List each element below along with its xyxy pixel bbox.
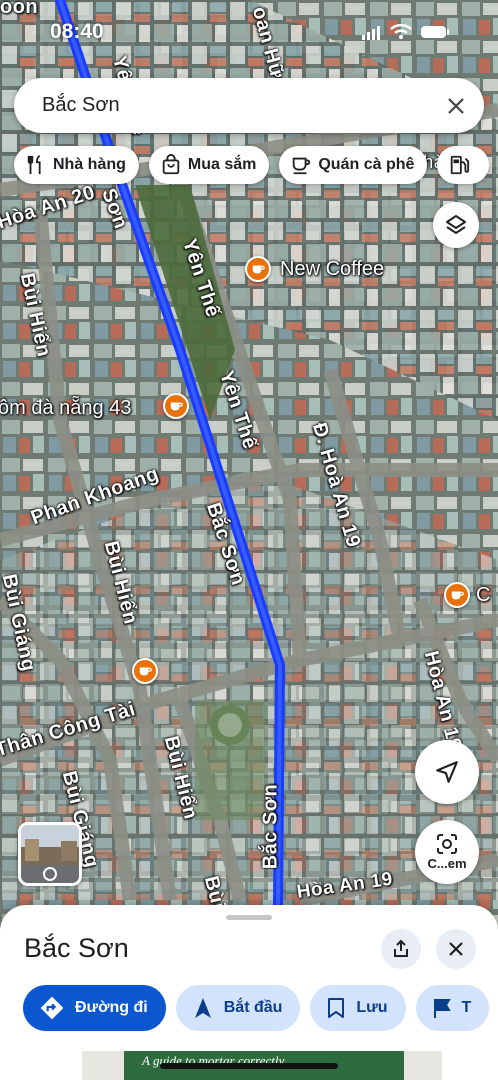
place-actions: Đường đi Bắt đầu Lưu T (23, 985, 490, 1031)
chip-gas[interactable] (437, 146, 490, 184)
poi-new-coffee-label[interactable]: New Coffee (280, 258, 384, 281)
street-view-thumbnail[interactable] (18, 822, 82, 886)
coffee-cup-icon (170, 402, 183, 411)
gas-station-icon (451, 155, 470, 175)
street-view-preview-image (21, 825, 79, 883)
battery-icon (421, 26, 449, 38)
my-location-button[interactable] (415, 740, 479, 804)
share-button[interactable] (381, 929, 421, 969)
coffee-cup-icon (252, 265, 265, 274)
coffee-cup-icon (451, 591, 464, 600)
chip-restaurants[interactable]: Nhà hàng (14, 146, 139, 184)
category-chips: Nhà hàng Mua sắm Quán cà phê (14, 146, 490, 184)
layers-icon (446, 215, 466, 234)
directions-button[interactable]: Đường đi (23, 985, 166, 1031)
close-icon (449, 942, 463, 956)
wifi-icon (390, 24, 412, 39)
flag-icon (433, 999, 451, 1018)
share-icon (394, 939, 408, 957)
coffee-cup-icon (293, 157, 311, 175)
poi-om-da-nang-pin[interactable] (163, 393, 189, 419)
poi-c-label[interactable]: C (476, 584, 490, 607)
start-button[interactable]: Bắt đầu (175, 985, 301, 1031)
shopping-bag-icon (162, 154, 180, 175)
lens-camera-button[interactable]: C...em (415, 820, 479, 884)
clear-search-button[interactable] (442, 92, 470, 120)
lens-icon (437, 834, 457, 854)
home-indicator[interactable] (160, 1063, 338, 1069)
search-input[interactable]: Bắc Sơn (42, 94, 442, 117)
action-label: T (461, 999, 472, 1016)
chip-shopping[interactable]: Mua sắm (148, 146, 270, 184)
poi-c-pin[interactable] (444, 582, 470, 608)
fork-knife-icon (27, 155, 41, 175)
close-sheet-button[interactable] (436, 929, 476, 969)
road-label-bac-son: Bắc Sơn (259, 783, 282, 870)
flag-button[interactable]: T (415, 985, 490, 1031)
poi-cafe-pin[interactable] (132, 658, 158, 684)
signal-icon (362, 26, 380, 40)
action-label: Đường đi (75, 999, 148, 1016)
chip-label: Nhà hàng (53, 156, 126, 173)
poi-om-da-nang-label[interactable]: ôm đà nẵng 43 (0, 397, 131, 420)
chip-label: Quán cà phê (318, 156, 415, 173)
search-bar[interactable]: Bắc Sơn (14, 78, 484, 133)
camera-button-label: C...em (427, 856, 467, 871)
action-label: Bắt đầu (223, 999, 283, 1016)
map-layers-button[interactable] (433, 202, 479, 248)
place-bottom-sheet[interactable]: Bắc Sơn Đường đi Bắt đầu Lưu T A guide t… (0, 905, 498, 1080)
directions-icon (40, 996, 64, 1020)
navigation-arrow-icon (194, 998, 211, 1018)
sheet-drag-handle[interactable] (226, 915, 272, 920)
chip-coffee[interactable]: Quán cà phê (279, 146, 428, 184)
action-label: Lưu (356, 999, 388, 1016)
close-icon (448, 97, 464, 114)
save-button[interactable]: Lưu (310, 985, 406, 1031)
status-time: 08:40 (50, 20, 104, 43)
coffee-cup-icon (139, 667, 152, 676)
navigation-arrow-icon (436, 761, 458, 783)
status-icons (362, 24, 450, 40)
place-title: Bắc Sơn (24, 933, 129, 963)
road-label-corner: oon (0, 0, 39, 18)
poi-new-coffee-pin[interactable] (245, 256, 271, 282)
chip-label: Mua sắm (187, 156, 257, 173)
bookmark-icon (328, 998, 345, 1018)
